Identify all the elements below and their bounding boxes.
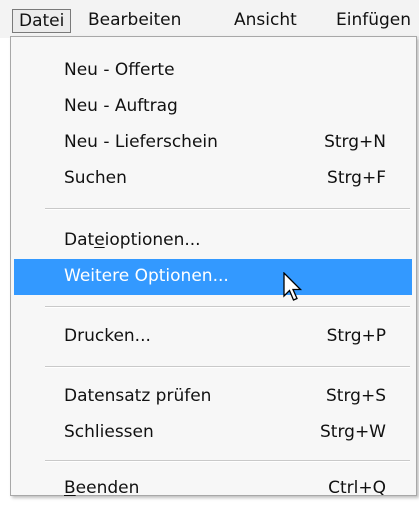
menubar-item-ansicht[interactable]: Ansicht: [234, 9, 297, 33]
menu-item-label: Neu - Offerte: [64, 60, 175, 80]
menu-item-schliessen[interactable]: Schliessen Strg+W: [14, 415, 412, 451]
menu-separator: [45, 306, 410, 308]
menu-item-neu-lieferschein[interactable]: Neu - Lieferschein Strg+N: [14, 125, 412, 161]
menu-item-weitere-optionen[interactable]: Weitere Optionen...: [14, 259, 412, 295]
menu-item-neu-offerte[interactable]: Neu - Offerte: [14, 53, 412, 89]
menu-item-suchen[interactable]: Suchen Strg+F: [14, 161, 412, 197]
menu-item-shortcut: Strg+F: [327, 168, 386, 188]
menu-item-beenden[interactable]: Beenden Ctrl+Q: [14, 471, 412, 507]
access-key-letter: B: [64, 478, 76, 498]
menubar-item-bearbeiten[interactable]: Bearbeiten: [88, 9, 181, 33]
menu-separator: [45, 208, 410, 210]
menu-bar: Datei Bearbeiten Ansicht Einfügen: [0, 0, 419, 38]
menu-item-drucken[interactable]: Drucken... Strg+P: [14, 319, 412, 355]
label-part: ioptionen...: [104, 230, 201, 250]
menu-item-label: Suchen: [64, 168, 127, 188]
menu-item-label: Dateioptionen...: [64, 230, 201, 250]
menu-item-datensatz-pruefen[interactable]: Datensatz prüfen Strg+S: [14, 379, 412, 415]
menu-item-shortcut: Strg+P: [326, 326, 386, 346]
menu-item-neu-auftrag[interactable]: Neu - Auftrag: [14, 89, 412, 125]
menu-separator: [45, 366, 410, 368]
menu-item-dateioptionen[interactable]: Dateioptionen...: [14, 223, 412, 259]
datei-dropdown-menu: Neu - Offerte Neu - Auftrag Neu - Liefer…: [10, 36, 417, 498]
menu-item-label: Weitere Optionen...: [64, 266, 229, 286]
menu-item-label: Drucken...: [64, 326, 151, 346]
menu-separator: [45, 460, 410, 462]
menu-item-label: Schliessen: [64, 422, 154, 442]
label-part: Dat: [64, 230, 95, 250]
menu-item-shortcut: Strg+W: [320, 422, 386, 442]
menu-item-label: Datensatz prüfen: [64, 386, 212, 406]
menubar-item-datei[interactable]: Datei: [12, 9, 72, 33]
label-part: eenden: [75, 478, 140, 498]
menu-item-label: Neu - Auftrag: [64, 96, 178, 116]
menu-item-shortcut: Strg+S: [326, 386, 386, 406]
menubar-item-einfuegen[interactable]: Einfügen: [336, 9, 411, 33]
menu-item-shortcut: Strg+N: [324, 132, 386, 152]
access-key-letter: e: [94, 230, 105, 250]
menu-item-shortcut: Ctrl+Q: [328, 478, 386, 498]
menu-item-label: Neu - Lieferschein: [64, 132, 218, 152]
menu-item-label: Beenden: [64, 478, 139, 498]
arrow-pointer-icon: [283, 272, 303, 301]
